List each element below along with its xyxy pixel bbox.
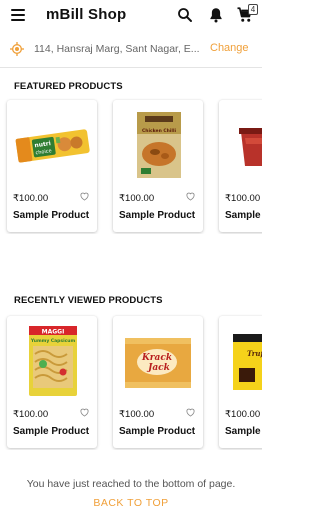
product-price: ₹100.00 [225,409,261,420]
maggi-yummy-capsicum-pack-image: MAGGI Yummy Capsicum [29,326,77,396]
end-of-page-message: You have just reached to the bottom of p… [26,478,236,490]
red-cup-product-image [239,128,262,166]
delivery-address-bar: 114, Hansraj Marg, Sant Nagar, E... Chan… [0,36,262,62]
product-name: Sample [225,426,261,437]
product-name: Sample Product [13,426,90,437]
wishlist-heart-icon[interactable] [79,407,90,417]
change-address-button[interactable]: Change [210,42,249,54]
featured-products-heading: FEATURED PRODUCTS [14,81,123,92]
header-divider [0,67,262,68]
product-price: ₹100.00 [119,193,155,204]
product-card[interactable]: MAGGI Yummy Capsicum ₹100.00 Sample Prod… [7,316,97,448]
product-price: ₹100.00 [13,193,49,204]
svg-text:MAGGI: MAGGI [42,329,65,336]
app-bar: mBill Shop 4 [0,0,262,30]
product-name: Sample [225,210,261,221]
svg-text:Chicken Chilli: Chicken Chilli [142,128,177,134]
back-to-top-button[interactable]: BACK TO TOP [0,497,262,509]
location-target-icon [10,42,24,56]
product-name: Sample Product [119,210,196,221]
app-title: mBill Shop [46,6,127,23]
product-price: ₹100.00 [13,409,49,420]
recently-viewed-heading: RECENTLY VIEWED PRODUCTS [14,295,163,306]
svg-text:Jack: Jack [146,363,170,373]
product-card[interactable]: Truffle ₹100.00 Sample [219,316,262,448]
product-price: ₹100.00 [225,193,261,204]
product-card[interactable]: Chicken Chilli ₹100.00 Sample Product [113,100,203,232]
svg-text:Krack: Krack [141,353,172,363]
wishlist-heart-icon[interactable] [185,191,196,201]
product-card[interactable]: Krack Jack ₹100.00 Sample Product [113,316,203,448]
svg-text:Truffle: Truffle [247,349,262,358]
product-card[interactable]: nutri choice ₹100.00 Sample Product [7,100,97,232]
cart-count-badge: 4 [248,4,258,15]
featured-products-carousel[interactable]: nutri choice ₹100.00 Sample Product Chic… [0,98,262,234]
krack-jack-biscuit-pack-image: Krack Jack [125,338,191,388]
nutri-choice-biscuit-pack-image: nutri choice [15,129,90,163]
hamburger-menu-icon[interactable] [11,9,25,21]
search-icon[interactable] [176,6,194,24]
recently-viewed-carousel[interactable]: MAGGI Yummy Capsicum ₹100.00 Sample Prod… [0,314,262,450]
product-price: ₹100.00 [119,409,155,420]
truffle-cake-box-image: Truffle [233,334,262,390]
wishlist-heart-icon[interactable] [185,407,196,417]
product-name: Sample Product [119,426,196,437]
wishlist-heart-icon[interactable] [79,191,90,201]
notification-bell-icon[interactable] [207,6,225,24]
product-name: Sample Product [13,210,90,221]
delivery-address-text: 114, Hansraj Marg, Sant Nagar, E... [34,43,200,55]
product-card[interactable]: ₹100.00 Sample [219,100,262,232]
svg-text:Yummy Capsicum: Yummy Capsicum [30,338,76,344]
chicken-chilli-ready-meal-image: Chicken Chilli [137,112,181,178]
